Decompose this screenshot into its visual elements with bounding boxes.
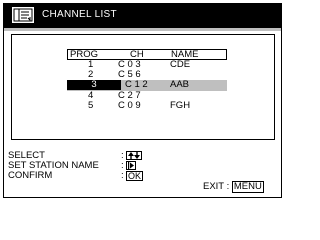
select-key-row: : xyxy=(121,151,143,161)
channel-list-screen: CHANNEL LIST PROG CH NAME 1 C 0 3 CDE 2 … xyxy=(3,3,282,198)
table-row[interactable]: 5 C 0 9 FGH xyxy=(67,101,227,111)
prog-number: 3 xyxy=(67,80,121,90)
title-bar: CHANNEL LIST xyxy=(4,4,281,31)
prog-number: 5 xyxy=(88,100,94,111)
column-header-ch: CH xyxy=(130,49,144,60)
key-guide-labels: SELECT SET STATION NAME CONFIRM xyxy=(8,151,99,181)
channel-list-panel: PROG CH NAME 1 C 0 3 CDE 2 C 5 6 3 C 1 2… xyxy=(11,34,275,140)
channel-code: C 1 2 xyxy=(125,79,148,90)
exit-label: EXIT xyxy=(203,181,224,192)
up-down-arrows-icon xyxy=(126,151,142,160)
station-name: FGH xyxy=(170,100,191,111)
column-header-prog: PROG xyxy=(70,49,98,60)
page-title: CHANNEL LIST xyxy=(42,9,117,20)
station-name: CDE xyxy=(170,59,191,70)
right-arrow-icon xyxy=(126,161,136,170)
key-guide-icons: : : : OK xyxy=(121,151,144,181)
station-name: AAB xyxy=(170,79,190,90)
column-header-name: NAME xyxy=(171,49,199,60)
set-station-key-row: : xyxy=(121,161,143,171)
confirm-key-row: : OK xyxy=(121,170,144,181)
exit-hint: EXIT : MENU xyxy=(203,181,264,193)
channel-code: C 0 9 xyxy=(118,100,141,111)
confirm-label: CONFIRM xyxy=(8,170,53,181)
menu-key: MENU xyxy=(231,181,264,193)
ok-key: OK xyxy=(126,171,144,181)
menu-icon xyxy=(12,7,34,23)
